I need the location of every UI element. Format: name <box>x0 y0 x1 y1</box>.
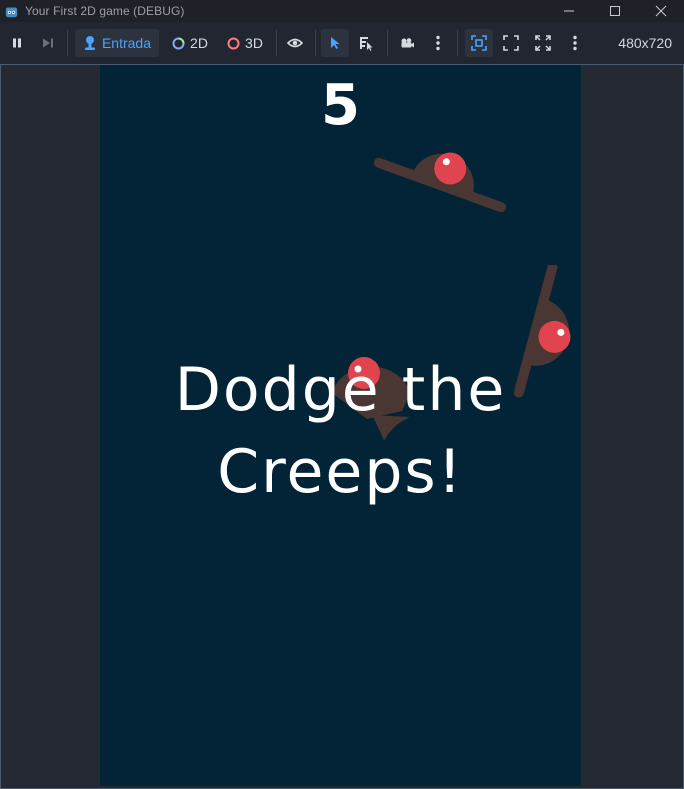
toolbar-separator <box>315 30 316 56</box>
fullscreen-button[interactable] <box>529 29 557 57</box>
resolution-label: 480x720 <box>618 35 672 51</box>
keep-aspect-button[interactable] <box>497 29 525 57</box>
pause-icon <box>13 38 21 48</box>
input-mode-button[interactable]: Entrada <box>75 29 159 57</box>
input-mode-label: Entrada <box>101 35 152 51</box>
message-label: Dodge the Creeps! <box>100 349 581 513</box>
camera-override-button[interactable] <box>393 29 421 57</box>
minimize-icon <box>564 10 574 12</box>
toolbar-separator <box>387 30 388 56</box>
more-vertical-icon <box>436 35 440 51</box>
toolbar-separator <box>276 30 277 56</box>
camera-options-button[interactable] <box>426 29 450 57</box>
list-select-button[interactable] <box>353 29 381 57</box>
creep-enemy <box>373 152 507 213</box>
title-bar: Your First 2D game (DEBUG) <box>0 0 684 22</box>
godot-logo-icon <box>5 6 18 17</box>
node-3d-icon <box>227 37 240 49</box>
joystick-icon <box>84 36 95 50</box>
list-cursor-icon <box>360 37 373 51</box>
expand-corners-icon <box>503 35 519 51</box>
next-frame-icon <box>43 38 53 48</box>
score-label: 5 <box>321 73 360 138</box>
embed-game-button[interactable] <box>465 29 493 57</box>
close-button[interactable] <box>638 0 684 22</box>
mode-3d-button[interactable]: 3D <box>221 29 269 57</box>
next-frame-button[interactable] <box>35 29 61 57</box>
mode-2d-button[interactable]: 2D <box>166 29 214 57</box>
mode-2d-label: 2D <box>190 35 208 51</box>
minimize-button[interactable] <box>546 0 592 22</box>
pause-button[interactable] <box>4 29 30 57</box>
visibility-button[interactable] <box>281 29 309 57</box>
cursor-arrow-icon <box>331 37 340 49</box>
toolbar-separator <box>67 30 68 56</box>
eye-icon <box>287 38 303 48</box>
game-canvas[interactable]: 5 Dodge the Creeps! <box>100 65 581 786</box>
view-options-button[interactable] <box>563 29 587 57</box>
window-title: Your First 2D game (DEBUG) <box>25 4 185 18</box>
message-line-2: Creeps! <box>217 437 464 507</box>
camera-icon <box>401 38 414 48</box>
more-vertical-icon <box>573 35 577 51</box>
select-tool-button[interactable] <box>321 29 349 57</box>
mode-3d-label: 3D <box>245 35 263 51</box>
toolbar-separator <box>457 30 458 56</box>
message-line-1: Dodge the <box>174 355 507 425</box>
maximize-icon <box>610 6 620 16</box>
node-2d-icon <box>172 37 185 49</box>
fullscreen-icon <box>535 35 551 51</box>
maximize-button[interactable] <box>592 0 638 22</box>
game-viewport[interactable]: 5 Dodge the Creeps! <box>0 64 684 789</box>
debug-toolbar: Entrada 2D 3D 480x720 <box>0 22 684 64</box>
embed-window-icon <box>471 35 487 51</box>
close-icon <box>655 5 667 17</box>
